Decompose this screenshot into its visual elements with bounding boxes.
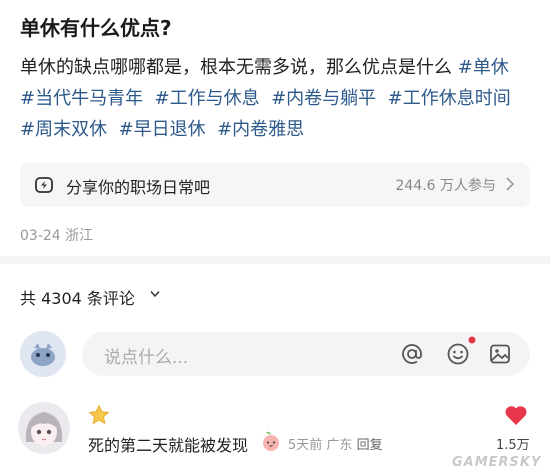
comment-input-placeholder: 说点什么... <box>104 348 189 368</box>
hashtag[interactable]: #早日退休 <box>119 119 206 140</box>
at-icon[interactable] <box>400 342 424 366</box>
share-square-icon <box>35 177 53 193</box>
post-title: 单休有什么优点? <box>20 16 172 40</box>
watermark: GAMERSKY <box>452 455 542 470</box>
commenter-avatar[interactable] <box>18 402 70 454</box>
post-location: 浙江 <box>65 228 94 244</box>
user-level-badge-icon <box>88 404 110 425</box>
my-avatar[interactable] <box>20 331 66 377</box>
comment-meta: 5天前 广东 回复 <box>288 434 383 453</box>
topic-participants: 244.6 万人参与 <box>395 178 496 194</box>
section-divider <box>0 256 550 264</box>
emoji-icon[interactable] <box>446 342 470 366</box>
hashtag[interactable]: #周末双休 <box>20 119 107 140</box>
hashtag[interactable]: #工作与休息 <box>155 88 260 109</box>
peach-emoji-icon <box>263 431 279 451</box>
notification-dot <box>468 336 476 344</box>
post-meta: 03-24 浙江 <box>20 225 93 245</box>
comment-location: 广东 <box>326 438 353 453</box>
hashtag[interactable]: #内卷与躺平 <box>271 88 376 109</box>
like-count: 1.5万 <box>496 438 530 453</box>
anime-avatar-image <box>18 402 70 454</box>
hashtag[interactable]: #当代牛马青年 <box>20 88 143 109</box>
reply-link[interactable]: 回复 <box>357 438 383 453</box>
topic-label: 分享你的职场日常吧 <box>66 178 211 197</box>
post-text: 单休的缺点哪哪都是，根本无需多说，那么优点是什么 <box>20 57 452 78</box>
chevron-down-icon[interactable] <box>150 290 160 298</box>
comment-input[interactable]: 说点什么... <box>82 332 530 376</box>
image-icon[interactable] <box>488 342 512 366</box>
topic-card[interactable]: 分享你的职场日常吧 244.6 万人参与 <box>20 163 530 207</box>
post-body: 单休的缺点哪哪都是，根本无需多说，那么优点是什么 #单休 #当代牛马青年 #工作… <box>20 52 532 145</box>
avatar-image <box>20 331 66 377</box>
post-date: 03-24 <box>20 228 61 244</box>
comment-text: 死的第二天就能被发现 <box>88 436 249 455</box>
chevron-right-icon <box>506 177 514 191</box>
hashtag[interactable]: #内卷雅思 <box>217 119 304 140</box>
hashtag[interactable]: #工作休息时间 <box>388 88 511 109</box>
heart-icon[interactable] <box>504 404 528 426</box>
comment-time: 5天前 <box>288 438 323 453</box>
comment-count[interactable]: 共 4304 条评论 <box>20 285 135 309</box>
hashtag[interactable]: #单休 <box>458 57 509 78</box>
